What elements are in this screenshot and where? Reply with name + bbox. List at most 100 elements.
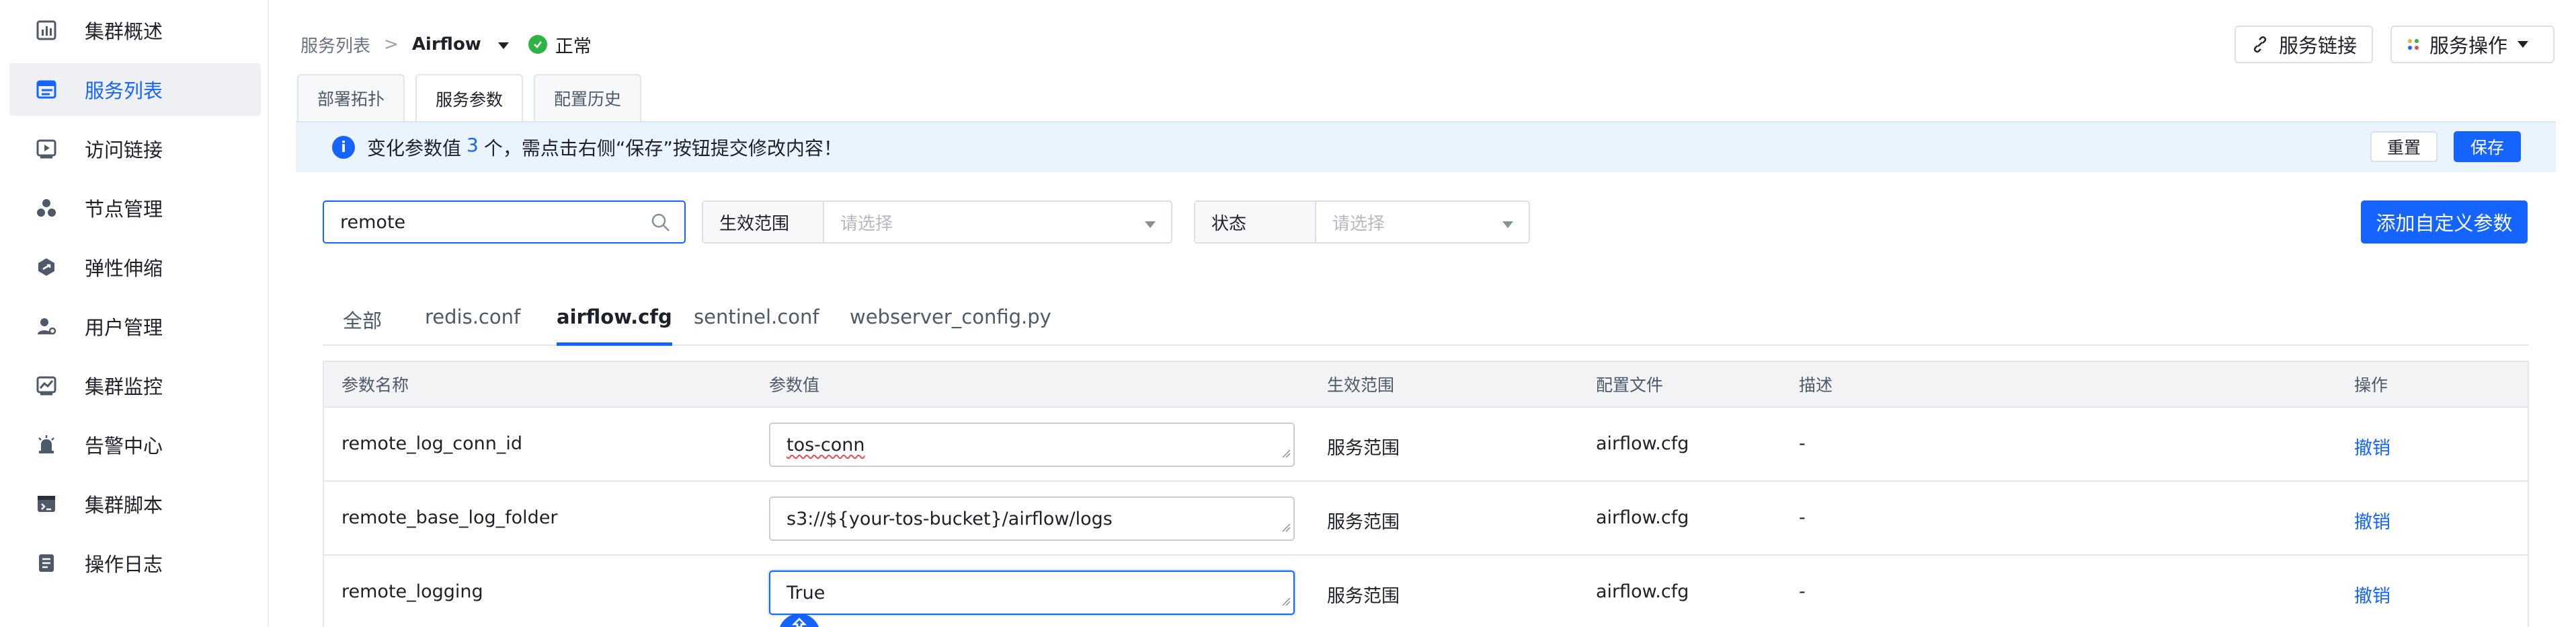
table-row: remote_log_conn_id tos-conn 服务范围 airflow… xyxy=(324,408,2528,482)
scope-filter-label: 生效范围 xyxy=(703,202,824,242)
param-name: remote_log_conn_id xyxy=(341,433,523,454)
service-name[interactable]: Airflow xyxy=(412,34,481,54)
notice-suffix: 个，需点击右侧“保存”按钮提交修改内容！ xyxy=(483,137,842,159)
link-icon xyxy=(2251,35,2269,54)
sidebar-item-alarm-center[interactable]: 告警中心 xyxy=(9,418,261,471)
param-name: remote_logging xyxy=(341,581,483,602)
sidebar-item-label: 访问链接 xyxy=(85,139,163,161)
table-row: remote_logging True 服务范围 airflow.cfg - 撤… xyxy=(324,556,2528,627)
search-icon[interactable] xyxy=(651,213,671,237)
play-link-icon xyxy=(35,137,58,160)
check-circle-icon xyxy=(528,35,547,54)
file-tab-all[interactable]: 全部 xyxy=(343,305,382,346)
table-row: remote_base_log_folder s3://${your-tos-b… xyxy=(324,482,2528,556)
param-value-input[interactable]: tos-conn xyxy=(769,422,1295,467)
col-header-value: 参数值 xyxy=(769,375,820,395)
save-button[interactable]: 保存 xyxy=(2454,131,2521,162)
sidebar-item-cluster-overview[interactable]: 集群概述 xyxy=(9,4,261,57)
revoke-link[interactable]: 撤销 xyxy=(2354,433,2390,459)
resize-grip-icon[interactable] xyxy=(1281,442,1291,463)
param-file: airflow.cfg xyxy=(1596,581,1689,602)
param-value-text: tos-conn xyxy=(787,434,865,455)
bar-chart-icon xyxy=(35,19,58,42)
scope-filter[interactable]: 生效范围 请选择 xyxy=(702,200,1172,244)
log-icon xyxy=(35,552,58,575)
file-tab-airflow-cfg[interactable]: airflow.cfg xyxy=(557,305,672,346)
info-icon: i xyxy=(332,136,355,159)
nodes-icon xyxy=(35,196,58,219)
revoke-link[interactable]: 撤销 xyxy=(2354,581,2390,607)
col-header-desc: 描述 xyxy=(1799,375,1833,395)
sidebar-item-user-management[interactable]: 用户管理 xyxy=(9,300,261,353)
file-tab-webserver-config[interactable]: webserver_config.py xyxy=(850,305,1051,346)
param-file: airflow.cfg xyxy=(1596,433,1689,454)
tab-config-history[interactable]: 配置历史 xyxy=(534,74,641,121)
table-header: 参数名称 参数值 生效范围 配置文件 描述 操作 xyxy=(324,362,2528,408)
state-filter-placeholder[interactable]: 请选择 xyxy=(1316,210,1502,235)
scale-icon xyxy=(35,256,58,279)
state-filter[interactable]: 状态 请选择 xyxy=(1194,200,1530,244)
file-tabs: 全部 redis.conf airflow.cfg sentinel.conf … xyxy=(323,296,2529,346)
drag-handle-icon[interactable] xyxy=(778,614,820,627)
tab-service-params[interactable]: 服务参数 xyxy=(415,74,523,122)
caret-down-icon[interactable] xyxy=(1144,211,1156,233)
param-value-input[interactable]: s3://${your-tos-bucket}/airflow/logs xyxy=(769,496,1295,541)
monitor-icon xyxy=(35,374,58,397)
col-header-name: 参数名称 xyxy=(341,375,409,395)
add-custom-param-button[interactable]: 添加自定义参数 xyxy=(2361,200,2528,244)
sidebar-item-cluster-script[interactable]: 集群脚本 xyxy=(9,478,261,530)
sidebar-item-node-management[interactable]: 节点管理 xyxy=(9,182,261,234)
reset-button[interactable]: 重置 xyxy=(2370,131,2438,162)
sidebar-item-elastic-scaling[interactable]: 弹性伸缩 xyxy=(9,241,261,293)
caret-down-icon[interactable] xyxy=(1502,211,1514,233)
change-notice-banner: i 变化参数值 3 个，需点击右侧“保存”按钮提交修改内容！ xyxy=(296,121,2556,172)
sidebar-item-label: 弹性伸缩 xyxy=(85,257,163,280)
param-scope: 服务范围 xyxy=(1327,586,1400,607)
file-tab-sentinel-conf[interactable]: sentinel.conf xyxy=(694,305,819,346)
sidebar-item-label: 集群概述 xyxy=(85,20,163,43)
breadcrumb-root-link[interactable]: 服务列表 xyxy=(300,32,370,57)
col-header-file: 配置文件 xyxy=(1596,375,1664,395)
tab-deploy-topology[interactable]: 部署拓扑 xyxy=(297,74,405,121)
sidebar-item-operation-log[interactable]: 操作日志 xyxy=(9,537,261,589)
params-table: 参数名称 参数值 生效范围 配置文件 描述 操作 remote_log_conn… xyxy=(323,361,2529,627)
user-icon xyxy=(35,315,58,338)
changed-count: 3 xyxy=(467,134,479,156)
sidebar-item-label: 告警中心 xyxy=(85,435,163,457)
table-list-icon xyxy=(35,78,58,101)
caret-down-icon[interactable] xyxy=(497,34,510,54)
file-tab-redis-conf[interactable]: redis.conf xyxy=(425,305,520,346)
param-value-text: True xyxy=(787,582,826,603)
resize-grip-icon[interactable] xyxy=(1281,590,1291,611)
param-value-text: s3://${your-tos-bucket}/airflow/logs xyxy=(787,508,1113,529)
resize-grip-icon[interactable] xyxy=(1281,516,1291,537)
sidebar-item-label: 用户管理 xyxy=(85,316,163,339)
sidebar-item-cluster-monitor[interactable]: 集群监控 xyxy=(9,359,261,412)
service-link-button[interactable]: 服务链接 xyxy=(2235,26,2373,63)
sidebar-item-label: 操作日志 xyxy=(85,553,163,576)
param-name: remote_base_log_folder xyxy=(341,507,558,528)
change-notice-text: 变化参数值 3 个，需点击右侧“保存”按钮提交修改内容！ xyxy=(367,134,842,161)
sidebar-item-label: 节点管理 xyxy=(85,198,163,221)
revoke-link[interactable]: 撤销 xyxy=(2354,507,2390,533)
search-input[interactable] xyxy=(340,211,636,233)
script-icon xyxy=(35,492,58,515)
service-link-label: 服务链接 xyxy=(2279,34,2358,57)
alarm-icon xyxy=(35,433,58,456)
service-ops-button[interactable]: 服务操作 xyxy=(2390,26,2554,63)
sidebar-item-label: 服务列表 xyxy=(85,79,163,102)
param-desc: - xyxy=(1799,433,1806,454)
notice-prefix: 变化参数值 xyxy=(367,137,462,159)
param-scope: 服务范围 xyxy=(1327,512,1400,533)
sidebar-item-access-links[interactable]: 访问链接 xyxy=(9,122,261,175)
search-box[interactable] xyxy=(323,200,686,244)
sidebar-item-service-list[interactable]: 服务列表 xyxy=(9,63,261,116)
state-filter-label: 状态 xyxy=(1195,202,1316,242)
caret-down-icon xyxy=(2517,40,2529,48)
sidebar-item-label: 集群监控 xyxy=(85,375,163,398)
sidebar-item-label: 集群脚本 xyxy=(85,494,163,517)
param-value-input[interactable]: True xyxy=(769,570,1295,615)
col-header-action: 操作 xyxy=(2354,375,2388,395)
scope-filter-placeholder[interactable]: 请选择 xyxy=(824,210,1144,235)
service-ops-label: 服务操作 xyxy=(2429,34,2508,57)
